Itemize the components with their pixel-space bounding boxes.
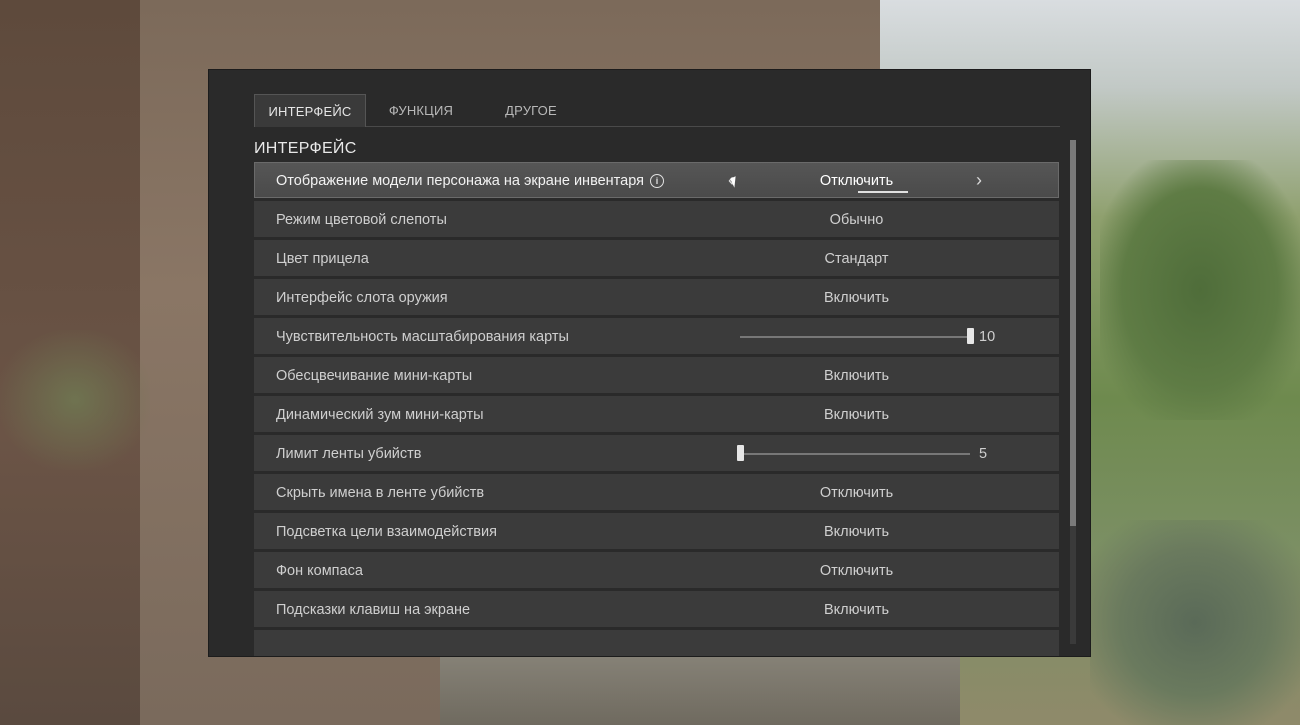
setting-row-weapon-slot-ui[interactable]: Интерфейс слота оружия Включить bbox=[254, 279, 1059, 316]
setting-value: Обычно bbox=[829, 212, 884, 228]
info-icon[interactable]: i bbox=[649, 174, 664, 188]
setting-row-key-hints[interactable]: Подсказки клавиш на экране Включить bbox=[254, 591, 1059, 628]
setting-row-colorblind-mode[interactable]: Режим цветовой слепоты Обычно bbox=[254, 201, 1059, 238]
setting-row-map-zoom-sensitivity[interactable]: Чувствительность масштабирования карты 1… bbox=[254, 318, 1059, 355]
slider-value: 10 bbox=[979, 329, 996, 345]
setting-label: Обесцвечивание мини-карты bbox=[276, 368, 473, 384]
setting-label: Чувствительность масштабирования карты bbox=[276, 329, 569, 345]
setting-value: Стандарт bbox=[824, 251, 889, 267]
setting-label: Подсказки клавиш на экране bbox=[276, 602, 471, 618]
chevron-right-icon[interactable]: › bbox=[976, 162, 982, 198]
setting-value: Включить bbox=[823, 407, 890, 423]
setting-value: Включить bbox=[823, 290, 890, 306]
tab-other[interactable]: ДРУГОЕ bbox=[476, 94, 586, 126]
setting-label: Режим цветовой слепоты bbox=[276, 212, 447, 228]
setting-value: Включить bbox=[823, 368, 890, 384]
setting-row-minimap-desaturation[interactable]: Обесцвечивание мини-карты Включить bbox=[254, 357, 1059, 394]
setting-value: Включить bbox=[823, 524, 890, 540]
setting-row-character-model[interactable]: Отображение модели персонажа на экране и… bbox=[254, 162, 1059, 199]
scrollbar[interactable] bbox=[1070, 140, 1076, 644]
setting-label: Фон компаса bbox=[276, 563, 363, 579]
setting-label: Скрыть имена в ленте убийств bbox=[276, 485, 485, 501]
setting-label: Лимит ленты убийств bbox=[276, 446, 422, 462]
setting-row-interaction-highlight[interactable]: Подсветка цели взаимодействия Включить bbox=[254, 513, 1059, 550]
scrollbar-thumb[interactable] bbox=[1070, 140, 1076, 526]
tab-function[interactable]: ФУНКЦИЯ bbox=[366, 94, 476, 126]
setting-row-minimap-dynamic-zoom[interactable]: Динамический зум мини-карты Включить bbox=[254, 396, 1059, 433]
setting-row-compass-background[interactable]: Фон компаса Отключить bbox=[254, 552, 1059, 589]
section-title: ИНТЕРФЕЙС bbox=[254, 140, 357, 157]
setting-label: Цвет прицела bbox=[276, 251, 369, 267]
setting-label: Подсветка цели взаимодействия bbox=[276, 524, 497, 540]
tab-bar: ИНТЕРФЕЙС ФУНКЦИЯ ДРУГОЕ bbox=[254, 94, 1060, 127]
slider-value: 5 bbox=[979, 446, 988, 462]
setting-row-hide-killfeed-names[interactable]: Скрыть имена в ленте убийств Отключить bbox=[254, 474, 1059, 511]
setting-label: Интерфейс слота оружия bbox=[276, 290, 448, 306]
slider-thumb[interactable] bbox=[967, 328, 974, 344]
setting-row-partial[interactable] bbox=[254, 630, 1059, 656]
setting-value: Отключить bbox=[819, 173, 894, 189]
setting-row-crosshair-color[interactable]: Цвет прицела Стандарт bbox=[254, 240, 1059, 277]
settings-panel: ИНТЕРФЕЙС ФУНКЦИЯ ДРУГОЕ ИНТЕРФЕЙС Отобр… bbox=[209, 70, 1090, 656]
setting-label: Динамический зум мини-карты bbox=[276, 407, 484, 423]
setting-value: Включить bbox=[823, 602, 890, 618]
tab-interface[interactable]: ИНТЕРФЕЙС bbox=[254, 94, 366, 127]
setting-label: Отображение модели персонажа на экране и… bbox=[276, 162, 664, 200]
value-underline bbox=[858, 191, 908, 193]
settings-list: Отображение модели персонажа на экране и… bbox=[254, 162, 1059, 656]
slider-track[interactable] bbox=[740, 453, 970, 455]
setting-value: Отключить bbox=[819, 563, 894, 579]
setting-value: Отключить bbox=[819, 485, 894, 501]
slider-track[interactable] bbox=[740, 336, 970, 338]
setting-row-killfeed-limit[interactable]: Лимит ленты убийств 5 bbox=[254, 435, 1059, 472]
slider-thumb[interactable] bbox=[737, 445, 744, 461]
